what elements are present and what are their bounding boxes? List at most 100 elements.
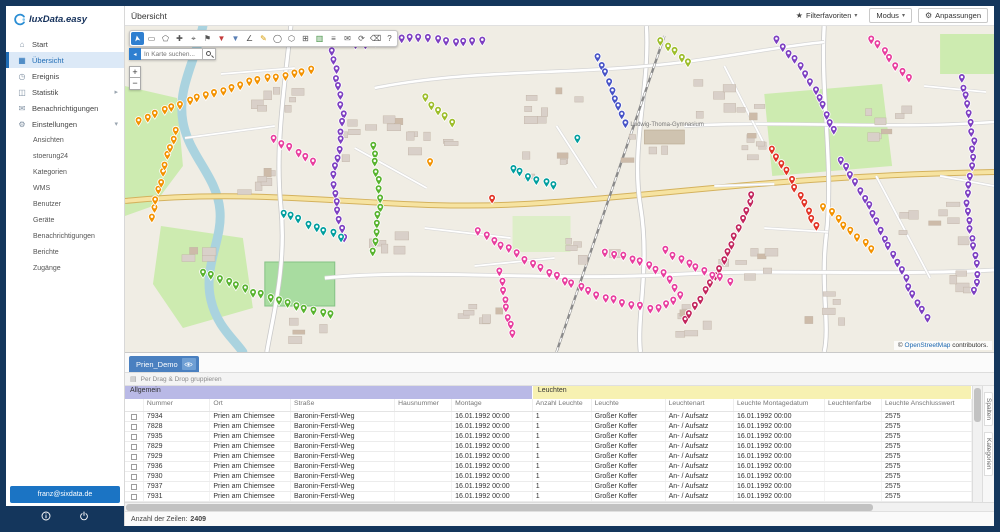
- column-header-hausnummer[interactable]: Hausnummer: [395, 399, 452, 411]
- top-bar: Übersicht ★ Filterfavoriten ▾ Modus ▾ ⚙ …: [125, 6, 994, 26]
- osm-link[interactable]: OpenStreetMap: [905, 342, 951, 349]
- scrollbar-thumb[interactable]: [974, 388, 981, 422]
- column-header-ort[interactable]: Ort: [210, 399, 291, 411]
- search-button[interactable]: [203, 48, 216, 60]
- sidebar-subitem-benachrichtigungen[interactable]: Benachrichtigungen: [6, 228, 124, 244]
- center-map-icon[interactable]: ⌖: [187, 32, 200, 45]
- sidebar-item-einstellungen[interactable]: ⚙Einstellungen▾: [6, 116, 124, 132]
- column-header-straße[interactable]: Straße: [291, 399, 395, 411]
- table-row[interactable]: 7829Prien am ChiemseeBaronin-Ferstl-Weg1…: [125, 442, 972, 452]
- zoom-out-button[interactable]: −: [129, 78, 141, 90]
- user-email-button[interactable]: franz@sixdata.de: [10, 486, 120, 503]
- column-header-leuchtenfarbe[interactable]: Leuchtenfarbe: [825, 399, 882, 411]
- table-row[interactable]: 7935Prien am ChiemseeBaronin-Ferstl-Weg1…: [125, 432, 972, 442]
- table-cell: Baronin-Ferstl-Weg: [291, 492, 395, 501]
- row-checkbox[interactable]: [131, 444, 137, 450]
- row-checkbox[interactable]: [131, 464, 137, 470]
- sidebar-subitem-berichte[interactable]: Berichte: [6, 244, 124, 260]
- box-select-icon[interactable]: ▭: [145, 32, 158, 45]
- band-header-leuchten: Leuchten: [533, 386, 972, 399]
- row-checkbox[interactable]: [131, 414, 137, 420]
- sidebar-subitem-ansichten[interactable]: Ansichten: [6, 132, 124, 148]
- row-checkbox[interactable]: [131, 454, 137, 460]
- map-canvas[interactable]: Ludwig-Thoma-Gymnasium ➤▭⬠✚⌖⚑▼▼∠✎◯⬡⊞▥≡✉⟳…: [125, 26, 994, 352]
- table-row[interactable]: 7828Prien am ChiemseeBaronin-Ferstl-Weg1…: [125, 422, 972, 432]
- grid-vertical-scrollbar[interactable]: [973, 386, 982, 502]
- search-collapse-button[interactable]: ◂: [129, 48, 141, 60]
- table-row[interactable]: 7929Prien am ChiemseeBaronin-Ferstl-Weg1…: [125, 452, 972, 462]
- delete-icon[interactable]: ⌫: [369, 32, 382, 45]
- modus-button[interactable]: Modus ▾: [869, 8, 912, 23]
- sidebar-subitem-wms[interactable]: WMS: [6, 180, 124, 196]
- table-cell: 16.01.1992 00:00: [734, 442, 825, 451]
- layers-icon[interactable]: ≡: [327, 32, 340, 45]
- table-cell: 16.01.1992 00:00: [734, 462, 825, 471]
- side-tab-spalten[interactable]: Spalten: [984, 392, 993, 426]
- row-checkbox[interactable]: [131, 424, 137, 430]
- table-cell: 7934: [144, 412, 210, 421]
- eye-icon[interactable]: [182, 358, 196, 370]
- group-by-bar[interactable]: ▤ Per Drag & Drop gruppieren: [125, 373, 994, 386]
- export-icon[interactable]: ✉: [341, 32, 354, 45]
- column-header-leuchte-montagedatum[interactable]: Leuchte Montagedatum: [734, 399, 825, 411]
- filter-favorites-button[interactable]: ★ Filterfavoriten ▾: [790, 9, 864, 22]
- column-header-leuchte[interactable]: Leuchte: [592, 399, 666, 411]
- zoom-in-button[interactable]: +: [129, 66, 141, 78]
- sidebar-subitem-stoerung24[interactable]: stoerung24: [6, 148, 124, 164]
- column-header-montage[interactable]: Montage: [452, 399, 533, 411]
- polygon-select-icon[interactable]: ⬠: [159, 32, 172, 45]
- sidebar-item-statistik[interactable]: ◫Statistik▸: [6, 84, 124, 100]
- column-header-leuchtenart[interactable]: Leuchtenart: [666, 399, 734, 411]
- column-header-anzahl-leuchte[interactable]: Anzahl Leuchte: [533, 399, 592, 411]
- draw-icon[interactable]: ✎: [257, 32, 270, 45]
- table-row[interactable]: 7931Prien am ChiemseeBaronin-Ferstl-Weg1…: [125, 492, 972, 502]
- marker-icon[interactable]: ⚑: [201, 32, 214, 45]
- table-cell: Baronin-Ferstl-Weg: [291, 452, 395, 461]
- table-icon[interactable]: ⊞: [299, 32, 312, 45]
- info-icon[interactable]: [41, 511, 51, 521]
- sidebar-subitem-zugänge[interactable]: Zugänge: [6, 260, 124, 276]
- table-cell: 7930: [144, 472, 210, 481]
- grid-footer: Anzahl der Zeilen: 2409: [125, 511, 994, 526]
- sidebar-item-start[interactable]: ⌂Start: [6, 36, 124, 52]
- pointer-icon[interactable]: ➤: [131, 32, 144, 45]
- sidebar-subitem-kategorien[interactable]: Kategorien: [6, 164, 124, 180]
- sidebar-item-ereignis[interactable]: ◷ Ereignis: [6, 68, 124, 84]
- sidebar-item-benachrichtigungen[interactable]: ✉Benachrichtigungen: [6, 100, 124, 116]
- measure-icon[interactable]: ∠: [243, 32, 256, 45]
- grid-horizontal-scrollbar[interactable]: [125, 502, 994, 511]
- zoom-control: + −: [129, 66, 141, 90]
- filter-remove-icon[interactable]: ▼: [215, 32, 228, 45]
- table-row[interactable]: 7934Prien am ChiemseeBaronin-Ferstl-Weg1…: [125, 412, 972, 422]
- sidebar-subitem-benutzer[interactable]: Benutzer: [6, 196, 124, 212]
- event-icon: ◷: [17, 72, 27, 81]
- refresh-icon[interactable]: ⟳: [355, 32, 368, 45]
- table-row[interactable]: 7936Prien am ChiemseeBaronin-Ferstl-Weg1…: [125, 462, 972, 472]
- power-icon[interactable]: [79, 511, 89, 521]
- filter-icon[interactable]: ▼: [229, 32, 242, 45]
- anpassungen-button[interactable]: ⚙ Anpassungen: [918, 8, 988, 23]
- table-cell: 2575: [882, 412, 972, 421]
- row-checkbox[interactable]: [131, 434, 137, 440]
- table-row[interactable]: 7937Prien am ChiemseeBaronin-Ferstl-Weg1…: [125, 482, 972, 492]
- column-header-nummer[interactable]: Nummer: [144, 399, 210, 411]
- row-checkbox[interactable]: [131, 494, 137, 500]
- chart-icon[interactable]: ▥: [313, 32, 326, 45]
- chevron-down-icon: ▾: [902, 12, 905, 19]
- help-icon[interactable]: ?: [383, 32, 396, 45]
- pan-icon[interactable]: ✚: [173, 32, 186, 45]
- row-checkbox[interactable]: [131, 474, 137, 480]
- hexagon-draw-icon[interactable]: ⬡: [285, 32, 298, 45]
- table-cell: 1: [533, 442, 592, 451]
- sidebar-subitem-geräte[interactable]: Geräte: [6, 212, 124, 228]
- sidebar-item-label: Ereignis: [32, 72, 59, 81]
- circle-draw-icon[interactable]: ◯: [271, 32, 284, 45]
- row-checkbox[interactable]: [131, 484, 137, 490]
- sidebar-item-übersicht[interactable]: ▦Übersicht: [6, 52, 124, 68]
- scrollbar-thumb[interactable]: [126, 504, 873, 511]
- column-header-leuchte-anschlusswert[interactable]: Leuchte Anschlusswert: [882, 399, 972, 411]
- tab-prien-demo[interactable]: Prien_Demo: [129, 356, 199, 372]
- map-search-input[interactable]: [141, 48, 203, 60]
- table-row[interactable]: 7930Prien am ChiemseeBaronin-Ferstl-Weg1…: [125, 472, 972, 482]
- side-tab-kategorien[interactable]: Kategorien: [984, 432, 993, 475]
